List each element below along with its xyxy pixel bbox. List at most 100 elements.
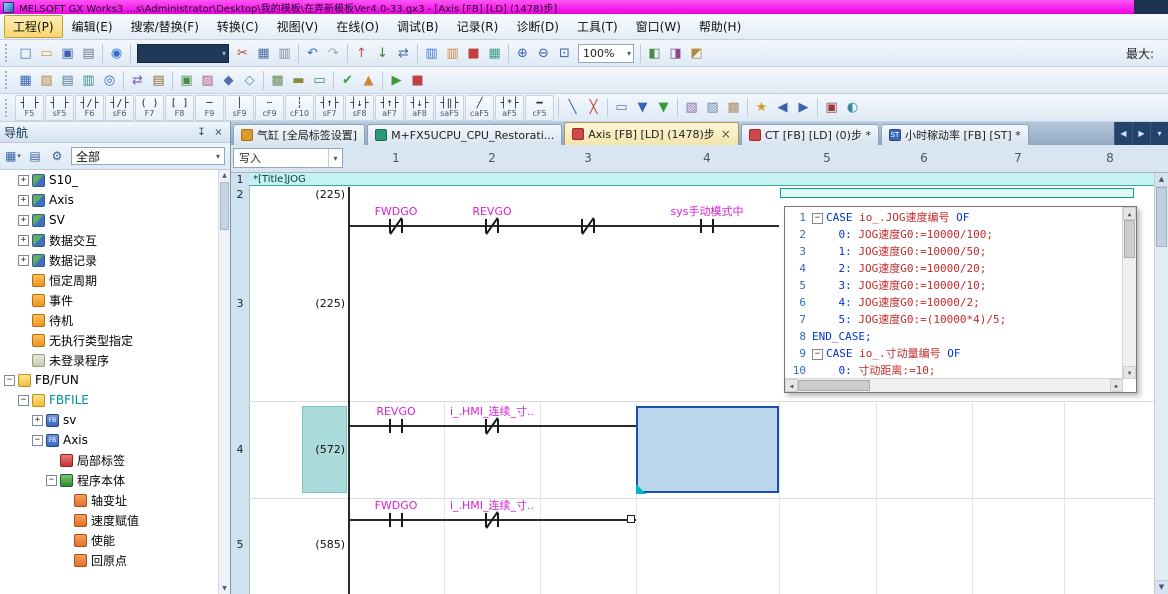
start-monitor-icon[interactable]: ▶ (386, 70, 407, 91)
ladder-f9-button[interactable]: ─F9 (195, 95, 224, 121)
row-number[interactable]: 1 (231, 173, 249, 186)
cross-reference-icon[interactable]: ⇄ (127, 70, 148, 91)
menu-item[interactable]: 在线(O) (327, 15, 388, 38)
comment-display-icon[interactable]: ◧ (644, 43, 665, 64)
toolbar-grip[interactable] (5, 44, 11, 62)
scroll-thumb[interactable] (1156, 187, 1167, 247)
device-list-icon[interactable]: ▤ (148, 70, 169, 91)
expand-icon[interactable]: + (18, 175, 29, 186)
scroll-up-icon[interactable]: ▲ (1155, 173, 1168, 187)
sort-order-icon[interactable]: ▤ (25, 146, 45, 166)
bookmark-set-icon[interactable]: ★ (751, 97, 772, 118)
quick-access-combo[interactable]: ▾ (137, 44, 229, 63)
ladder-sf6-button[interactable]: ┤/├sF6 (105, 95, 134, 121)
copy-icon[interactable]: ▦ (253, 43, 274, 64)
chevron-down-icon[interactable]: ▾ (216, 152, 220, 161)
scroll-down-icon[interactable]: ▼ (219, 583, 230, 594)
collapse-icon[interactable]: − (46, 475, 57, 486)
ladder-canvas[interactable]: *[Title]JOG 1−CASE (231, 173, 1168, 594)
contact-normally-closed[interactable] (575, 216, 601, 236)
contact-normally-closed[interactable] (479, 216, 505, 236)
st-popup-vscrollbar[interactable]: ▲ ▼ (1122, 207, 1136, 379)
ladder-saf5-button[interactable]: ┤‖├saF5 (435, 95, 464, 121)
delete-line-icon[interactable]: ╳ (583, 97, 604, 118)
tree-item[interactable]: 速度赋值 (0, 510, 230, 530)
row-number[interactable]: 3 (231, 297, 249, 310)
expand-icon[interactable]: + (32, 415, 43, 426)
device-batch-monitor-icon[interactable]: ▦ (484, 43, 505, 64)
paste-icon[interactable]: ▥ (274, 43, 295, 64)
output-window-icon[interactable]: ▤ (57, 70, 78, 91)
menu-item[interactable]: 编辑(E) (63, 15, 122, 38)
monitor-stop-icon[interactable]: ■ (463, 43, 484, 64)
monitor-mode-icon[interactable]: ▥ (421, 43, 442, 64)
tree-item[interactable]: 未登录程序 (0, 350, 230, 370)
ladder-f6-button[interactable]: ┤/├F6 (75, 95, 104, 121)
convert-icon[interactable]: ▼ (632, 97, 653, 118)
collapse-icon[interactable]: − (32, 435, 43, 446)
ladder-title-row[interactable]: *[Title]JOG (249, 173, 1155, 186)
tree-display-icon[interactable]: ▦▾ (3, 146, 23, 166)
tree-item[interactable]: +SV (0, 210, 230, 230)
expand-icon[interactable]: + (18, 195, 29, 206)
ladder-sf7-button[interactable]: ┤↑├sF7 (315, 95, 344, 121)
note-insert-icon[interactable]: ▭ (309, 70, 330, 91)
menu-item[interactable]: 搜索/替换(F) (122, 15, 208, 38)
note-edit-icon[interactable]: ▩ (723, 97, 744, 118)
ladder-sf5-button[interactable]: ┤ ├sF5 (45, 95, 74, 121)
ladder-f5-button[interactable]: ┤ ├F5 (15, 95, 44, 121)
scroll-thumb[interactable] (1124, 220, 1135, 258)
scroll-up-icon[interactable]: ▲ (1123, 207, 1136, 220)
pin-icon[interactable]: ↧ (194, 125, 209, 140)
zoom-in-icon[interactable]: ⊕ (512, 43, 533, 64)
tree-scrollbar[interactable]: ▲ ▼ (218, 170, 230, 594)
note-display-icon[interactable]: ◩ (686, 43, 707, 64)
menu-item[interactable]: 视图(V) (268, 15, 328, 38)
rebuild-all-icon[interactable]: ▲ (358, 70, 379, 91)
statement-edit-icon[interactable]: ▨ (702, 97, 723, 118)
tree-item[interactable]: 无执行类型指定 (0, 330, 230, 350)
expand-icon[interactable]: + (18, 255, 29, 266)
row-number[interactable]: 5 (231, 538, 249, 551)
contact-normally-open[interactable] (383, 510, 409, 530)
menu-item[interactable]: 帮助(H) (690, 15, 750, 38)
ladder-cf9-button[interactable]: ┄cF9 (255, 95, 284, 121)
expand-icon[interactable]: + (18, 235, 29, 246)
scroll-thumb[interactable] (798, 380, 870, 391)
collapse-icon[interactable]: − (4, 375, 15, 386)
structured-data-icon[interactable]: ◇ (239, 70, 260, 91)
collapse-icon[interactable]: − (18, 395, 29, 406)
zoom-out-icon[interactable]: ⊖ (533, 43, 554, 64)
tree-filter-combo[interactable]: 全部 ▾ (71, 147, 225, 165)
ladder-caf5-button[interactable]: ╱caF5 (465, 95, 494, 121)
tree-item[interactable]: 局部标签 (0, 450, 230, 470)
chevron-down-icon[interactable]: ▾ (627, 49, 631, 58)
ladder-f7-button[interactable]: ( )F7 (135, 95, 164, 121)
menu-item[interactable]: 诊断(D) (507, 15, 568, 38)
ladder-af5-button[interactable]: ┤*├aF5 (495, 95, 524, 121)
redo-icon[interactable]: ↷ (323, 43, 344, 64)
tree-item[interactable]: −FBFILE (0, 390, 230, 410)
global-label-icon[interactable]: ▨ (197, 70, 218, 91)
contact-normally-open[interactable] (694, 216, 720, 236)
menu-item[interactable]: 工程(P) (4, 15, 63, 38)
verify-with-plc-icon[interactable]: ⇄ (393, 43, 414, 64)
write-to-plc-icon[interactable]: ↑ (351, 43, 372, 64)
bookmark-next-icon[interactable]: ▶ (793, 97, 814, 118)
watch-window-icon[interactable]: ▥ (78, 70, 99, 91)
menu-item[interactable]: 窗口(W) (627, 15, 690, 38)
open-project-icon[interactable]: ▭ (36, 43, 57, 64)
input-device-icon[interactable]: ▭ (611, 97, 632, 118)
ladder-af7-button[interactable]: ┤↑├aF7 (375, 95, 404, 121)
device-comment-icon[interactable]: ▩ (267, 70, 288, 91)
ladder-f8-button[interactable]: [ ]F8 (165, 95, 194, 121)
row-number[interactable]: 4 (231, 443, 249, 456)
monitor-write-mode-icon[interactable]: ▥ (442, 43, 463, 64)
bookmark-prev-icon[interactable]: ◀ (772, 97, 793, 118)
undo-icon[interactable]: ↶ (302, 43, 323, 64)
tree-item[interactable]: +数据交互 (0, 230, 230, 250)
cut-icon[interactable]: ✂ (232, 43, 253, 64)
tree-item[interactable]: +S10_ (0, 170, 230, 190)
scroll-right-icon[interactable]: ▶ (1110, 379, 1123, 392)
navigation-window-icon[interactable]: ▦ (15, 70, 36, 91)
